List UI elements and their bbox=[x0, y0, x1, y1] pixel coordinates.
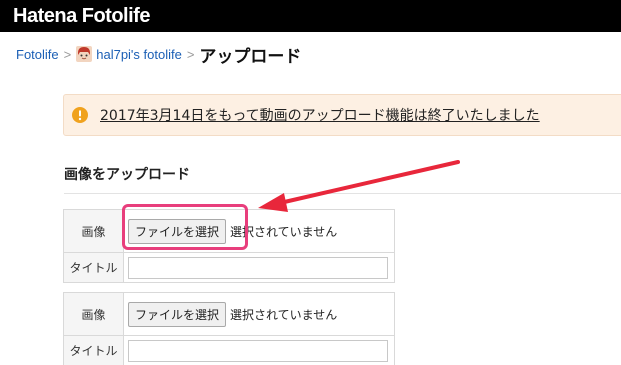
breadcrumb-fotolife-link[interactable]: Fotolife bbox=[16, 47, 59, 62]
page-title: アップロード bbox=[199, 46, 302, 67]
image-label: 画像 bbox=[64, 210, 124, 252]
title-input[interactable] bbox=[128, 256, 388, 279]
choose-file-button[interactable]: ファイルを選択 bbox=[128, 301, 227, 327]
user-avatar-icon bbox=[76, 46, 93, 62]
title-label: タイトル bbox=[64, 336, 124, 365]
section-title: 画像をアップロード bbox=[64, 167, 190, 183]
top-bar: Hatena Fotolife bbox=[0, 0, 621, 32]
breadcrumb-separator: > bbox=[63, 46, 72, 62]
warning-icon bbox=[72, 107, 88, 123]
image-label: 画像 bbox=[64, 293, 124, 335]
file-status-text: 選択されていません bbox=[230, 307, 338, 322]
title-label: タイトル bbox=[64, 253, 124, 282]
hatena-fotolife-logo[interactable]: Hatena Fotolife bbox=[13, 3, 150, 29]
notice-banner: 2017年3月14日をもって動画のアップロード機能は終了いたしました bbox=[63, 94, 621, 136]
breadcrumb-separator: > bbox=[186, 46, 195, 62]
notice-link[interactable]: 2017年3月14日をもって動画のアップロード機能は終了いたしました bbox=[100, 105, 540, 125]
file-status-text: 選択されていません bbox=[230, 224, 338, 239]
breadcrumb: Fotolife > hal7pi's fotolife > アップロード bbox=[16, 40, 301, 68]
breadcrumb-user-link[interactable]: hal7pi's fotolife bbox=[96, 47, 182, 62]
title-input[interactable] bbox=[128, 339, 388, 362]
upload-entry-1: 画像 ファイルを選択 選択されていません タイトル bbox=[63, 209, 395, 283]
choose-file-button[interactable]: ファイルを選択 bbox=[128, 218, 227, 244]
upload-entry-2: 画像 ファイルを選択 選択されていません タイトル bbox=[63, 292, 395, 365]
section-divider bbox=[64, 193, 621, 194]
